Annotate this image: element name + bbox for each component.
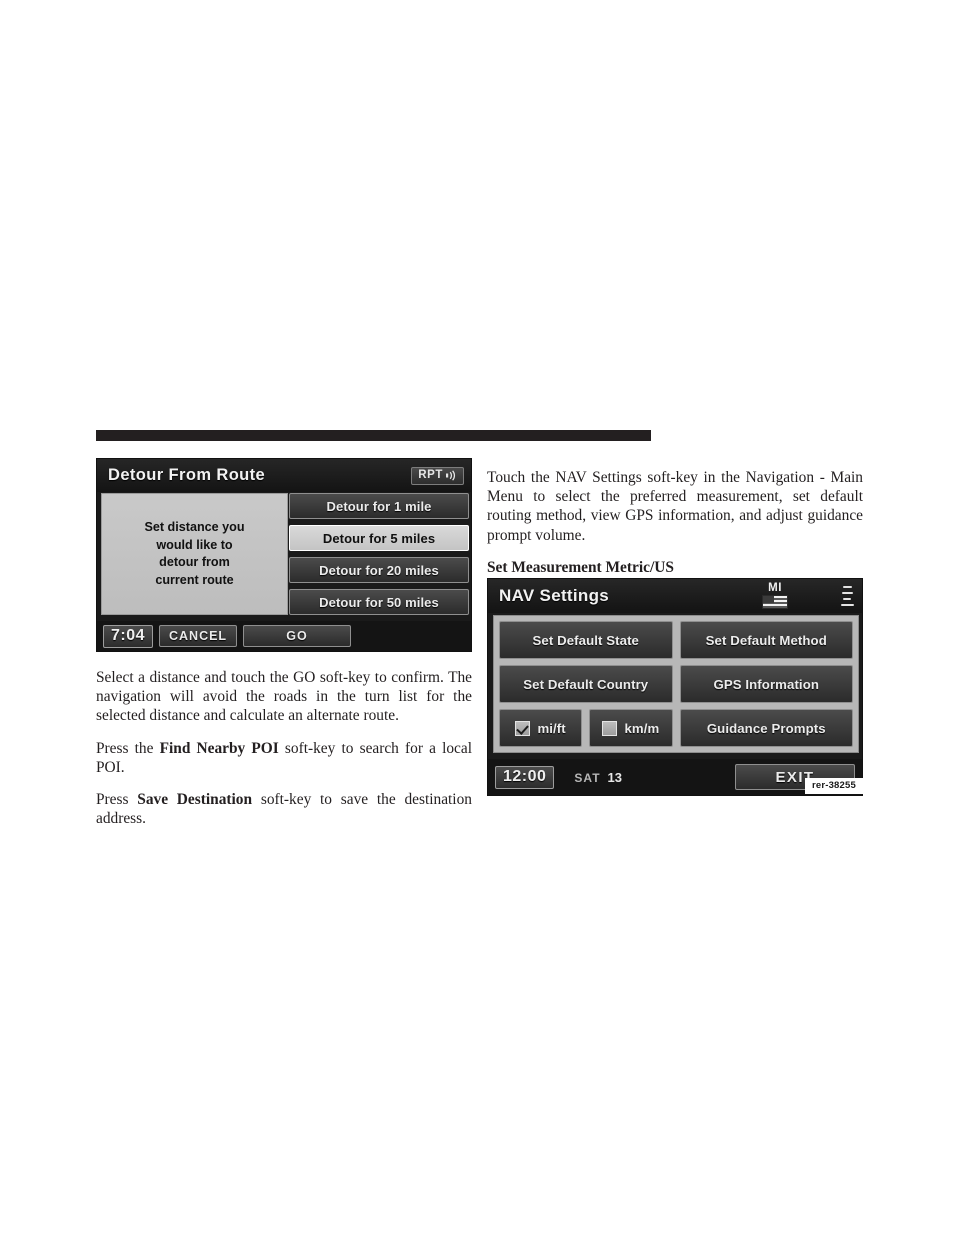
- go-button[interactable]: GO: [243, 625, 352, 647]
- state-indicator: MI: [762, 581, 788, 610]
- rpt-label: RPT: [418, 469, 443, 481]
- detour-figure-wrapper: Detour From Route RPT Set distance you wo…: [96, 458, 472, 652]
- left-column-text: Select a distance and touch the GO soft-…: [96, 668, 472, 828]
- paragraph-save-destination: Press Save Destination soft-key to save …: [96, 791, 472, 828]
- sound-waves-icon: [445, 469, 458, 482]
- rpt-button[interactable]: RPT: [411, 466, 464, 485]
- manual-page: Detour From Route RPT Set distance you wo…: [0, 0, 954, 1235]
- date-display: SAT 13: [574, 770, 622, 785]
- day-of-week-label: SAT: [574, 770, 601, 785]
- detour-status-bar: 7:04 CANCEL GO: [97, 621, 471, 651]
- clock-display[interactable]: 12:00: [495, 765, 555, 789]
- detour-titlebar: Detour From Route RPT: [97, 459, 471, 492]
- nav-settings-key-grid: Set Default State Set Default Method Set…: [493, 615, 859, 753]
- set-default-state-button[interactable]: Set Default State: [499, 621, 673, 659]
- right-column-text: Touch the NAV Settings soft-key in the N…: [487, 468, 863, 587]
- measurement-option-kmm-label: km/m: [624, 720, 660, 736]
- detour-instruction-panel: Set distance you would like to detour from…: [101, 493, 288, 615]
- nav-titlebar: NAV Settings MI: [488, 579, 862, 613]
- map-scale-icon: [840, 586, 854, 606]
- measurement-option-mift-label: mi/ft: [537, 720, 566, 736]
- nav-settings-screen: NAV Settings MI Set Default State Set De…: [487, 578, 863, 796]
- day-number-label: 13: [607, 769, 622, 785]
- set-default-country-button[interactable]: Set Default Country: [499, 665, 673, 703]
- paragraph-nav-settings-intro: Touch the NAV Settings soft-key in the N…: [487, 469, 863, 544]
- detour-from-route-screen: Detour From Route RPT Set distance you wo…: [96, 458, 472, 652]
- detour-instruction-text: Set distance you would like to detour from…: [144, 520, 245, 587]
- guidance-prompts-button[interactable]: Guidance Prompts: [679, 709, 853, 747]
- detour-screen-title: Detour From Route: [108, 466, 266, 484]
- subheading-set-measurement: Set Measurement Metric/US: [487, 558, 674, 576]
- detour-key-50-miles[interactable]: Detour for 50 miles: [289, 589, 469, 615]
- nav-settings-figure-wrapper: NAV Settings MI Set Default State Set De…: [487, 578, 863, 796]
- gps-information-button[interactable]: GPS Information: [679, 665, 853, 703]
- paragraph-detour-instructions: Select a distance and touch the GO soft-…: [96, 669, 472, 725]
- us-flag-icon: [762, 595, 788, 610]
- state-abbreviation: MI: [768, 581, 782, 594]
- detour-key-5-miles[interactable]: Detour for 5 miles: [289, 525, 469, 551]
- nav-screen-title: NAV Settings: [499, 586, 610, 605]
- detour-distance-key-list: Detour for 1 mile Detour for 5 miles Det…: [289, 493, 469, 615]
- checkbox-unchecked-icon: [602, 720, 618, 736]
- clock-display[interactable]: 7:04: [103, 624, 154, 648]
- cancel-button[interactable]: CANCEL: [159, 625, 238, 647]
- paragraph-find-nearby-poi: Press the Find Nearby POI soft-key to se…: [96, 739, 472, 776]
- set-default-method-button[interactable]: Set Default Method: [679, 621, 853, 659]
- measurement-unit-group: mi/ft km/m: [499, 709, 673, 747]
- measurement-option-kmm[interactable]: km/m: [589, 709, 673, 747]
- figure-code-label: rer-38255: [804, 778, 863, 794]
- checkbox-checked-icon: [515, 720, 531, 736]
- detour-key-1-mile[interactable]: Detour for 1 mile: [289, 493, 469, 519]
- section-rule-bar: [96, 430, 651, 441]
- detour-body: Set distance you would like to detour from…: [101, 493, 469, 615]
- measurement-option-mift[interactable]: mi/ft: [499, 709, 583, 747]
- detour-key-20-miles[interactable]: Detour for 20 miles: [289, 557, 469, 583]
